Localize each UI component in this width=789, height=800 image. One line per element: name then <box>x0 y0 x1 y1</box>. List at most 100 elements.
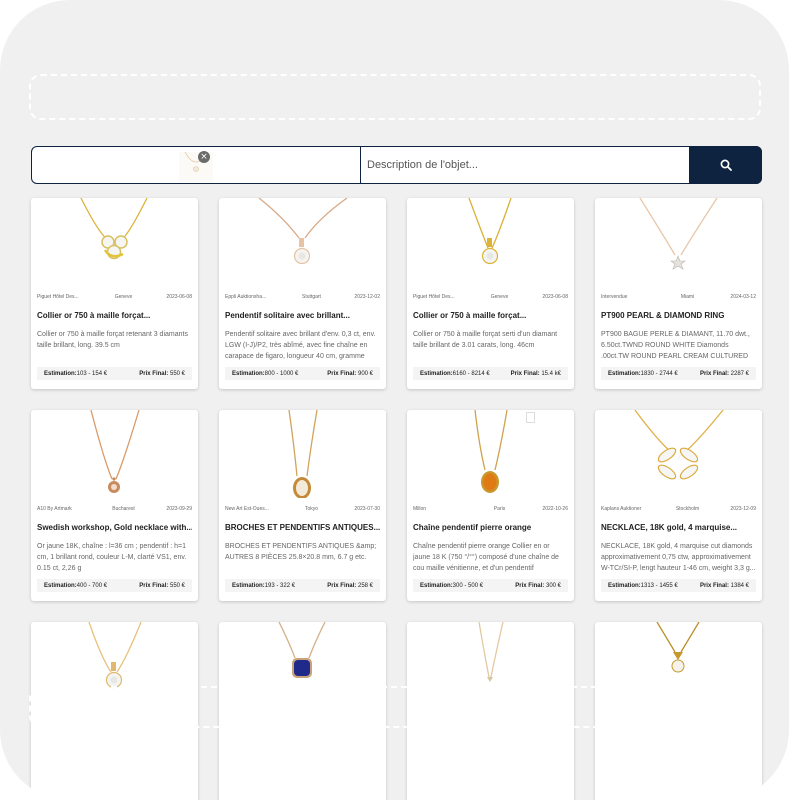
card-description: Pendentif solitaire avec brillant d'env.… <box>225 331 376 360</box>
result-card[interactable]: New Art Est-Oues... Tokyo 2023-07-30 BROCHE… <box>219 410 386 601</box>
auction-date: 2023-06-08 <box>166 294 192 300</box>
final-price: Prix Final: 550 € <box>139 371 185 377</box>
price-bar: Estimation:400 - 700 € Prix Final: 550 € <box>37 579 192 592</box>
estimation: Estimation:1313 - 1455 € <box>608 583 678 589</box>
card-description: PT900 BAGUE PERLE & DIAMANT, 11.70 dwt.,… <box>601 331 750 360</box>
card-title[interactable]: Pendentif solitaire avec brillant... <box>225 311 380 320</box>
auction-date: 2023-07-30 <box>354 506 380 512</box>
jewelry-image <box>595 410 762 498</box>
card-description: Chaîne pendentif pierre orange Collier e… <box>413 543 559 572</box>
price-bar: Estimation:300 - 500 € Prix Final: 300 € <box>413 579 568 592</box>
estimation-label: Estimation: <box>44 370 77 377</box>
card-title[interactable]: BROCHES ET PENDENTIFS ANTIQUES... <box>225 523 380 532</box>
auction-city: Stockholm <box>675 506 700 512</box>
final-price-value: 15.4 k€ <box>541 370 561 377</box>
auction-house: Piguet Hôtel Des... <box>37 294 79 300</box>
result-card[interactable]: Piguet Hôtel Des... Geneve 2023-06-08 Colli… <box>407 198 574 389</box>
estimation-label: Estimation: <box>608 582 641 589</box>
search-bar: × <box>31 146 762 184</box>
auction-date: 2023-06-08 <box>542 294 568 300</box>
remove-image-icon[interactable]: × <box>198 151 210 163</box>
final-price-value: 900 € <box>357 370 373 377</box>
estimation: Estimation:300 - 500 € <box>420 583 483 589</box>
card-description: BROCHES ET PENDENTIFS ANTIQUES &amp; AUT… <box>225 543 377 561</box>
card-description <box>37 753 192 786</box>
final-price-value: 300 € <box>545 582 561 589</box>
auction-house: Intervendue <box>601 294 628 300</box>
auction-city: Tokyo <box>304 506 319 512</box>
estimation-label: Estimation: <box>608 370 641 377</box>
top-placeholder <box>29 74 761 120</box>
final-price-label: Prix Final: <box>139 582 169 589</box>
card-title[interactable]: Collier or 750 à maille forçat... <box>37 311 192 320</box>
result-card[interactable]: Intervendue Miami 2024-03-12 PT900 PEARL & … <box>595 198 762 389</box>
card-title[interactable]: Collier or 750 à maille forçat... <box>413 311 568 320</box>
card-meta: Piguet Hôtel Des... Geneve 2023-06-08 <box>413 294 568 300</box>
card-title[interactable]: NECKLACE, 18K gold, 4 marquise... <box>601 523 756 532</box>
result-card[interactable]: Piguet Hôtel Des... Geneve 2023-06-08 Colli… <box>31 198 198 389</box>
result-card[interactable]: Kaplans Auktioner Stockholm 2023-12-09 NECK… <box>595 410 762 601</box>
final-price-value: 1384 € <box>730 582 749 589</box>
card-description: Or jaune 18K, chaîne : l=36 cm ; pendent… <box>37 543 187 572</box>
estimation-label: Estimation: <box>420 370 453 377</box>
final-price-value: 258 € <box>357 582 373 589</box>
card-title[interactable]: PT900 PEARL & DIAMOND RING <box>601 311 756 320</box>
auction-house: Millon <box>413 506 427 512</box>
auction-city: Bucharest <box>112 506 135 512</box>
card-description: Collier or 750 à maille forçat serti d'u… <box>413 331 558 349</box>
final-price-label: Prix Final: <box>515 582 545 589</box>
card-meta: A10 By Artmark Bucharest 2023-09-29 <box>37 506 192 512</box>
jewelry-image <box>31 410 198 498</box>
jewelry-image <box>407 198 574 286</box>
estimation-value: 400 - 700 € <box>76 582 108 589</box>
search-icon <box>720 159 732 171</box>
final-price-label: Prix Final: <box>510 370 540 377</box>
auction-city: Paris <box>493 506 506 512</box>
final-price-label: Prix Final: <box>699 370 729 377</box>
card-description: Collier or 750 à maille forçat retenant … <box>37 331 188 349</box>
estimation-value: 300 - 500 € <box>452 582 484 589</box>
final-price: Prix Final: 1384 € <box>700 583 749 589</box>
result-card[interactable]: Millon Paris 2022-10-26 Chaîne pendentif pi… <box>407 410 574 601</box>
estimation: Estimation:103 - 154 € <box>44 371 107 377</box>
card-title[interactable]: Swedish workshop, Gold necklace with... <box>37 523 192 532</box>
jewelry-image <box>595 198 762 286</box>
price-bar: Estimation:800 - 1000 € Prix Final: 900 € <box>225 367 380 380</box>
estimation-value: 1313 - 1455 € <box>640 582 678 589</box>
auction-city: Geneve <box>114 294 133 300</box>
card-meta: Eppli Auktionsha... Stuttgart 2023-12-02 <box>225 294 380 300</box>
card-description <box>225 753 380 786</box>
estimation-value: 193 - 322 € <box>264 582 296 589</box>
estimation-value: 103 - 154 € <box>76 370 108 377</box>
description-input[interactable] <box>361 147 689 183</box>
estimation: Estimation:800 - 1000 € <box>232 371 298 377</box>
jewelry-image <box>407 410 574 498</box>
estimation-value: 800 - 1000 € <box>264 370 299 377</box>
final-price-label: Prix Final: <box>139 370 169 377</box>
final-price: Prix Final: 300 € <box>515 583 561 589</box>
final-price: Prix Final: 2287 € <box>700 371 749 377</box>
card-description <box>601 753 756 786</box>
price-bar: Estimation:6160 - 8214 € Prix Final: 15.4… <box>413 367 568 380</box>
card-meta: New Art Est-Oues... Tokyo 2023-07-30 <box>225 506 380 512</box>
final-price: Prix Final: 15.4 k€ <box>511 371 561 377</box>
estimation-label: Estimation: <box>232 370 265 377</box>
card-title[interactable]: Chaîne pendentif pierre orange <box>413 523 568 532</box>
card-meta: Kaplans Auktioner Stockholm 2023-12-09 <box>601 506 756 512</box>
result-card[interactable]: A10 By Artmark Bucharest 2023-09-29 Swedish… <box>31 410 198 601</box>
jewelry-image <box>219 198 386 286</box>
auction-date: 2023-12-02 <box>354 294 380 300</box>
device-frame: × Piguet Hôtel Des... Geneve 2023-06-08 Col… <box>0 0 789 800</box>
result-card[interactable]: Eppli Auktionsha... Stuttgart 2023-12-02 Pe… <box>219 198 386 389</box>
image-upload-slot[interactable]: × <box>32 147 361 183</box>
card-meta: Millon Paris 2022-10-26 <box>413 506 568 512</box>
search-button[interactable] <box>689 146 762 184</box>
bottom-placeholder <box>29 686 761 728</box>
card-description <box>413 753 568 786</box>
auction-house: Piguet Hôtel Des... <box>413 294 455 300</box>
auction-house: Kaplans Auktioner <box>601 506 642 512</box>
estimation-label: Estimation: <box>232 582 265 589</box>
card-meta: Piguet Hôtel Des... Geneve 2023-06-08 <box>37 294 192 300</box>
auction-house: A10 By Artmark <box>37 506 72 512</box>
estimation-value: 1830 - 2744 € <box>640 370 678 377</box>
